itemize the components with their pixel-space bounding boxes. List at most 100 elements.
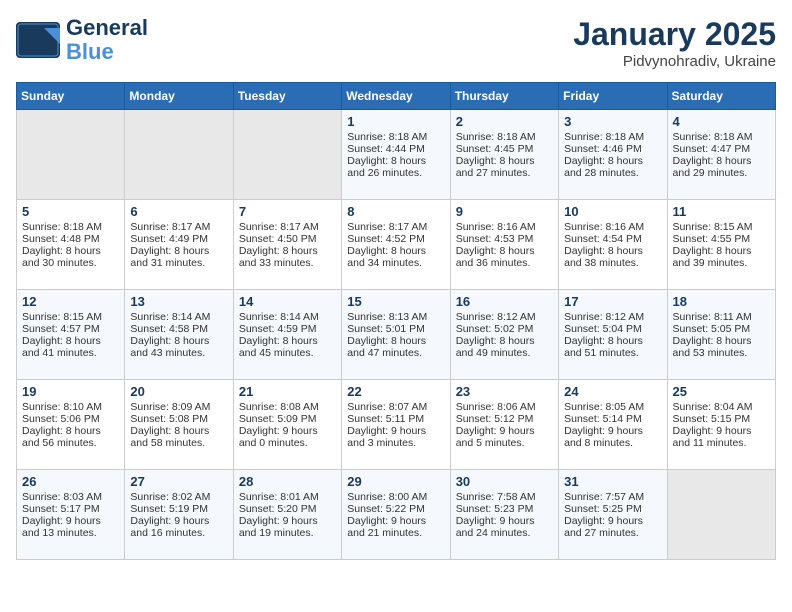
day-info: Sunrise: 8:17 AM <box>239 221 336 233</box>
calendar-cell: 26Sunrise: 8:03 AMSunset: 5:17 PMDayligh… <box>17 470 125 560</box>
calendar-cell: 11Sunrise: 8:15 AMSunset: 4:55 PMDayligh… <box>667 200 775 290</box>
day-info: Sunset: 5:20 PM <box>239 503 336 515</box>
day-info: Sunset: 5:01 PM <box>347 323 444 335</box>
day-number: 16 <box>456 294 553 309</box>
day-info: Daylight: 8 hours and 31 minutes. <box>130 245 227 269</box>
day-info: Daylight: 9 hours and 3 minutes. <box>347 425 444 449</box>
day-number: 3 <box>564 114 661 129</box>
calendar-cell: 14Sunrise: 8:14 AMSunset: 4:59 PMDayligh… <box>233 290 341 380</box>
calendar-cell <box>125 110 233 200</box>
day-number: 25 <box>673 384 770 399</box>
day-info: Sunset: 4:55 PM <box>673 233 770 245</box>
calendar-cell: 17Sunrise: 8:12 AMSunset: 5:04 PMDayligh… <box>559 290 667 380</box>
weekday-header-tuesday: Tuesday <box>233 83 341 110</box>
day-info: Sunrise: 8:09 AM <box>130 401 227 413</box>
day-info: Sunrise: 8:00 AM <box>347 491 444 503</box>
page-header: General Blue January 2025 Pidvynohradiv,… <box>16 16 776 70</box>
day-number: 9 <box>456 204 553 219</box>
title-block: January 2025 Pidvynohradiv, Ukraine <box>573 16 776 70</box>
calendar-cell <box>17 110 125 200</box>
day-info: Sunset: 5:14 PM <box>564 413 661 425</box>
day-info: Sunset: 4:46 PM <box>564 143 661 155</box>
day-number: 27 <box>130 474 227 489</box>
calendar-cell: 20 Sunrise: 8:09 AMSunset: 5:08 PMDayligh… <box>125 380 233 470</box>
day-info: Sunrise: 8:05 AM <box>564 401 661 413</box>
day-number: 26 <box>22 474 119 489</box>
day-info: Daylight: 8 hours and 53 minutes. <box>673 335 770 359</box>
day-info: Sunrise: 8:06 AM <box>456 401 553 413</box>
day-info: Sunrise: 8:02 AM <box>130 491 227 503</box>
day-info: Daylight: 8 hours and 27 minutes. <box>456 155 553 179</box>
calendar-cell: 6Sunrise: 8:17 AMSunset: 4:49 PMDaylight… <box>125 200 233 290</box>
day-info: Sunset: 4:47 PM <box>673 143 770 155</box>
calendar-cell: 16Sunrise: 8:12 AMSunset: 5:02 PMDayligh… <box>450 290 558 380</box>
day-info: Daylight: 9 hours and 11 minutes. <box>673 425 770 449</box>
day-info: Sunrise: 8:18 AM <box>22 221 119 233</box>
calendar-cell: 4Sunrise: 8:18 AMSunset: 4:47 PMDaylight… <box>667 110 775 200</box>
weekday-header-sunday: Sunday <box>17 83 125 110</box>
weekday-header-thursday: Thursday <box>450 83 558 110</box>
day-info: Daylight: 8 hours and 26 minutes. <box>347 155 444 179</box>
day-info: Sunset: 5:25 PM <box>564 503 661 515</box>
day-info: Daylight: 9 hours and 27 minutes. <box>564 515 661 539</box>
day-number: 24 <box>564 384 661 399</box>
month-title: January 2025 <box>573 16 776 53</box>
day-number: 30 <box>456 474 553 489</box>
calendar-cell: 19Sunrise: 8:10 AMSunset: 5:06 PMDayligh… <box>17 380 125 470</box>
day-info: Sunset: 5:17 PM <box>22 503 119 515</box>
day-info: Sunset: 5:11 PM <box>347 413 444 425</box>
day-info: Daylight: 8 hours and 56 minutes. <box>22 425 119 449</box>
day-info: Sunrise: 7:57 AM <box>564 491 661 503</box>
day-info: Sunset: 4:49 PM <box>130 233 227 245</box>
location-subtitle: Pidvynohradiv, Ukraine <box>573 53 776 70</box>
day-info: Sunrise: 8:17 AM <box>347 221 444 233</box>
day-info: Sunset: 5:05 PM <box>673 323 770 335</box>
calendar-cell: 22Sunrise: 8:07 AMSunset: 5:11 PMDayligh… <box>342 380 450 470</box>
day-info: Daylight: 8 hours and 38 minutes. <box>564 245 661 269</box>
calendar-cell: 7Sunrise: 8:17 AMSunset: 4:50 PMDaylight… <box>233 200 341 290</box>
day-info: Daylight: 9 hours and 16 minutes. <box>130 515 227 539</box>
day-info: Daylight: 8 hours and 47 minutes. <box>347 335 444 359</box>
day-info: Sunrise: 8:15 AM <box>673 221 770 233</box>
day-number: 10 <box>564 204 661 219</box>
day-number: 22 <box>347 384 444 399</box>
day-info: Sunrise: 8:18 AM <box>564 131 661 143</box>
day-info: Daylight: 8 hours and 29 minutes. <box>673 155 770 179</box>
calendar-cell: 21Sunrise: 8:08 AMSunset: 5:09 PMDayligh… <box>233 380 341 470</box>
day-info: Sunset: 5:09 PM <box>239 413 336 425</box>
day-number: 28 <box>239 474 336 489</box>
day-info: Daylight: 9 hours and 21 minutes. <box>347 515 444 539</box>
calendar-cell: 10Sunrise: 8:16 AMSunset: 4:54 PMDayligh… <box>559 200 667 290</box>
day-info: Sunset: 4:48 PM <box>22 233 119 245</box>
day-info: Sunrise: 8:04 AM <box>673 401 770 413</box>
day-number: 17 <box>564 294 661 309</box>
day-info: Sunset: 4:44 PM <box>347 143 444 155</box>
calendar-cell: 5Sunrise: 8:18 AMSunset: 4:48 PMDaylight… <box>17 200 125 290</box>
day-info: Sunrise: 7:58 AM <box>456 491 553 503</box>
day-info: Daylight: 9 hours and 0 minutes. <box>239 425 336 449</box>
day-number: 31 <box>564 474 661 489</box>
day-info: Sunset: 4:45 PM <box>456 143 553 155</box>
day-number: 20 <box>130 384 227 399</box>
day-info: Sunrise: 8:13 AM <box>347 311 444 323</box>
day-info: Daylight: 8 hours and 41 minutes. <box>22 335 119 359</box>
day-number: 18 <box>673 294 770 309</box>
day-number: 5 <box>22 204 119 219</box>
day-number: 12 <box>22 294 119 309</box>
calendar-cell: 13Sunrise: 8:14 AMSunset: 4:58 PMDayligh… <box>125 290 233 380</box>
day-info: Daylight: 8 hours and 43 minutes. <box>130 335 227 359</box>
day-number: 14 <box>239 294 336 309</box>
day-info: Sunrise: 8:18 AM <box>347 131 444 143</box>
day-info: Sunset: 4:58 PM <box>130 323 227 335</box>
day-info: Sunset: 4:54 PM <box>564 233 661 245</box>
day-info: Sunrise: 8:17 AM <box>130 221 227 233</box>
calendar-cell <box>667 470 775 560</box>
calendar-cell: 30Sunrise: 7:58 AMSunset: 5:23 PMDayligh… <box>450 470 558 560</box>
day-info: Daylight: 8 hours and 58 minutes. <box>130 425 227 449</box>
day-info: Sunrise: 8:14 AM <box>130 311 227 323</box>
weekday-header-friday: Friday <box>559 83 667 110</box>
day-number: 15 <box>347 294 444 309</box>
calendar-cell: 15 Sunrise: 8:13 AMSunset: 5:01 PMDayligh… <box>342 290 450 380</box>
day-info: Sunset: 5:08 PM <box>130 413 227 425</box>
day-info: Sunrise: 8:10 AM <box>22 401 119 413</box>
